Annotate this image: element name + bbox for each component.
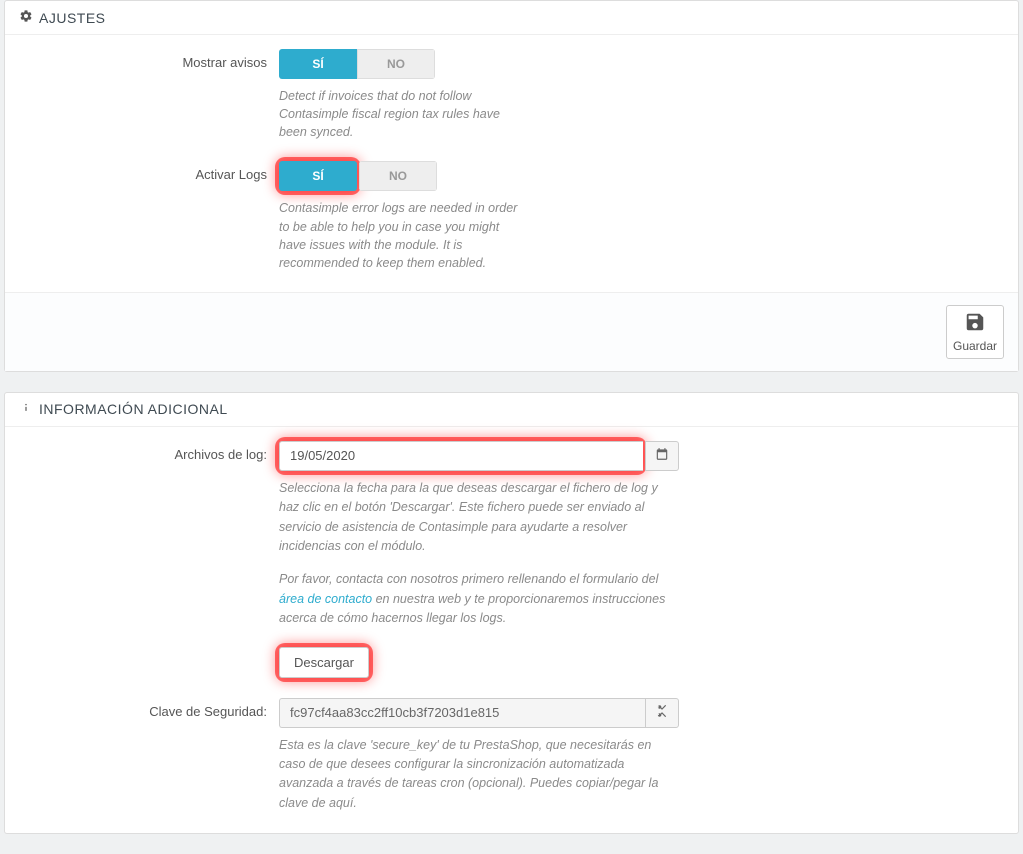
show-notices-label: Mostrar avisos: [19, 49, 279, 141]
info-panel-title: INFORMACIÓN ADICIONAL: [39, 401, 228, 417]
settings-panel-header: AJUSTES: [5, 1, 1018, 35]
enable-logs-toggle[interactable]: SÍ: [279, 161, 357, 191]
log-files-label: Archivos de log:: [19, 441, 279, 678]
scissors-icon: [655, 704, 669, 721]
save-icon: [964, 311, 986, 336]
info-panel-body: Archivos de log: Selecciona la fecha par…: [5, 427, 1018, 813]
security-key-row: Clave de Seguridad: Esta es la clave 'se…: [19, 698, 1004, 814]
log-files-help2: Por favor, contacta con nosotros primero…: [279, 570, 679, 628]
show-notices-help: Detect if invoices that do not follow Co…: [279, 87, 519, 141]
calendar-icon: [655, 447, 669, 464]
log-files-row: Archivos de log: Selecciona la fecha par…: [19, 441, 1004, 678]
gears-icon: [19, 9, 33, 26]
calendar-button[interactable]: [645, 441, 679, 471]
security-key-input[interactable]: [279, 698, 645, 728]
log-files-help1: Selecciona la fecha para la que deseas d…: [279, 479, 679, 557]
info-panel: INFORMACIÓN ADICIONAL Archivos de log: S…: [4, 392, 1019, 834]
settings-panel-title: AJUSTES: [39, 10, 106, 26]
settings-panel: AJUSTES Mostrar avisos SÍ NO Detect if i…: [4, 0, 1019, 372]
settings-panel-body: Mostrar avisos SÍ NO Detect if invoices …: [5, 35, 1018, 272]
enable-logs-no[interactable]: NO: [359, 161, 437, 191]
download-button[interactable]: Descargar: [279, 647, 369, 678]
security-key-help: Esta es la clave 'secure_key' de tu Pres…: [279, 736, 679, 814]
enable-logs-label: Activar Logs: [19, 161, 279, 272]
enable-logs-yes[interactable]: SÍ: [279, 161, 357, 191]
log-date-input[interactable]: [279, 441, 643, 471]
info-panel-header: INFORMACIÓN ADICIONAL: [5, 393, 1018, 427]
show-notices-yes[interactable]: SÍ: [279, 49, 357, 79]
settings-panel-footer: Guardar: [5, 292, 1018, 371]
show-notices-toggle[interactable]: SÍ NO: [279, 49, 435, 79]
info-icon: [19, 401, 33, 418]
contact-area-link[interactable]: área de contacto: [279, 592, 372, 606]
show-notices-row: Mostrar avisos SÍ NO Detect if invoices …: [19, 49, 1004, 141]
enable-logs-help: Contasimple error logs are needed in ord…: [279, 199, 519, 272]
show-notices-no[interactable]: NO: [357, 49, 435, 79]
enable-logs-row: Activar Logs SÍ NO Contasimple error log…: [19, 161, 1004, 272]
security-key-label: Clave de Seguridad:: [19, 698, 279, 814]
save-button[interactable]: Guardar: [946, 305, 1004, 359]
log-files-help2-prefix: Por favor, contacta con nosotros primero…: [279, 572, 658, 586]
enable-logs-toggle-no-wrap: NO: [359, 161, 437, 191]
copy-button[interactable]: [645, 698, 679, 728]
save-button-label: Guardar: [953, 339, 997, 353]
